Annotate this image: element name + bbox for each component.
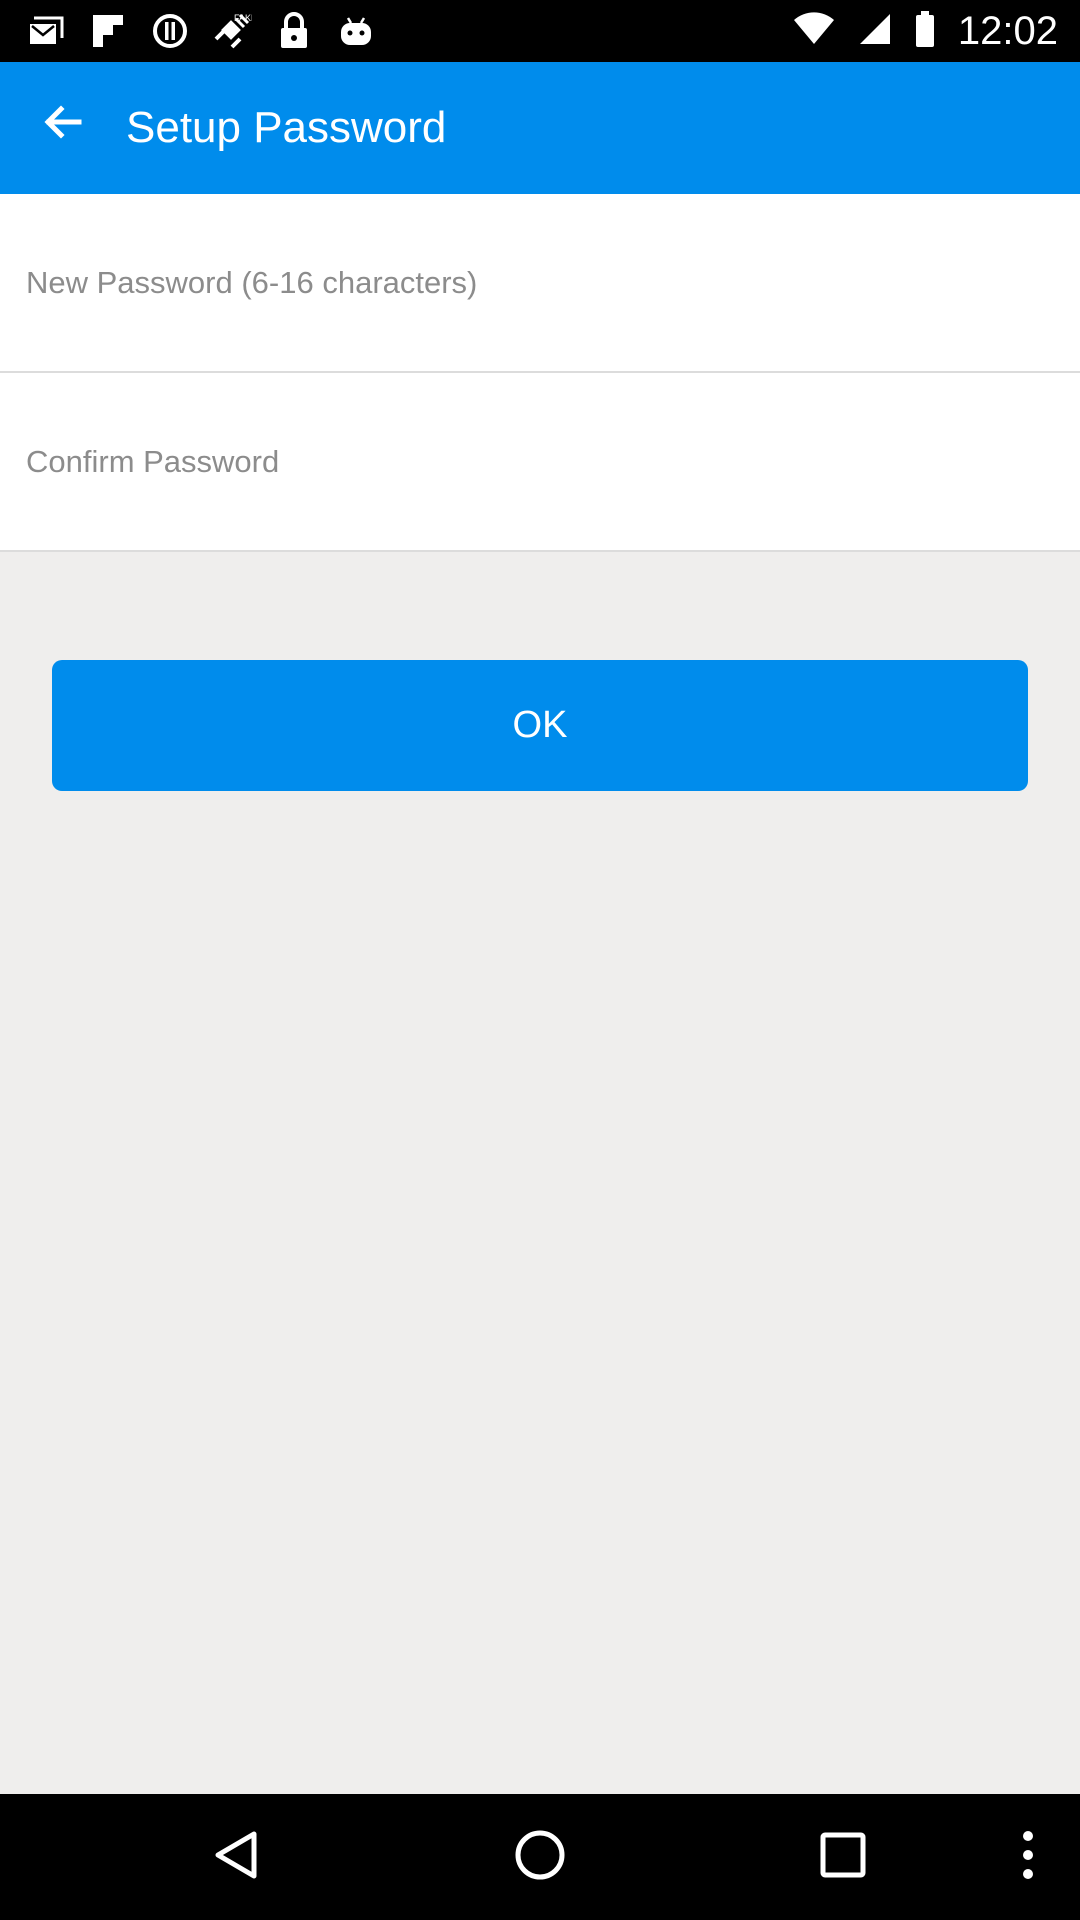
app-bar: Setup Password [0,62,1080,194]
fake-gps-icon: FAKE [212,11,252,51]
home-circle-icon [514,1829,566,1886]
back-triangle-icon [212,1830,260,1885]
wifi-icon [792,11,836,51]
overflow-menu-icon [1021,1830,1035,1885]
page-title: Setup Password [126,103,447,152]
clock: 12:02 [957,8,1058,53]
svg-text:FAKE: FAKE [234,13,252,23]
recents-square-icon [820,1832,866,1883]
android-icon [336,11,376,51]
confirm-password-input[interactable] [26,373,1046,550]
status-bar: FAKE 12:02 [0,0,1080,62]
flipboard-icon [88,11,128,51]
navigation-bar [0,1794,1080,1920]
lock-icon [274,11,314,51]
arrow-back-icon [41,101,83,148]
confirm-password-row [0,373,1080,552]
new-password-row [0,194,1080,373]
signal-icon [858,12,892,51]
notification-icons: FAKE [26,10,376,52]
password-form [0,194,1080,552]
battery-icon [914,10,936,53]
system-status: 12:02 [792,0,1058,62]
mail-icon [26,11,66,51]
nav-back-button[interactable] [196,1817,276,1897]
nav-home-button[interactable] [500,1817,580,1897]
nav-recents-button[interactable] [803,1817,883,1897]
back-button[interactable] [22,84,102,164]
nav-menu-button[interactable] [988,1817,1068,1897]
alert-icon [150,11,190,51]
new-password-input[interactable] [26,194,1046,371]
ok-button[interactable]: OK [52,660,1028,791]
